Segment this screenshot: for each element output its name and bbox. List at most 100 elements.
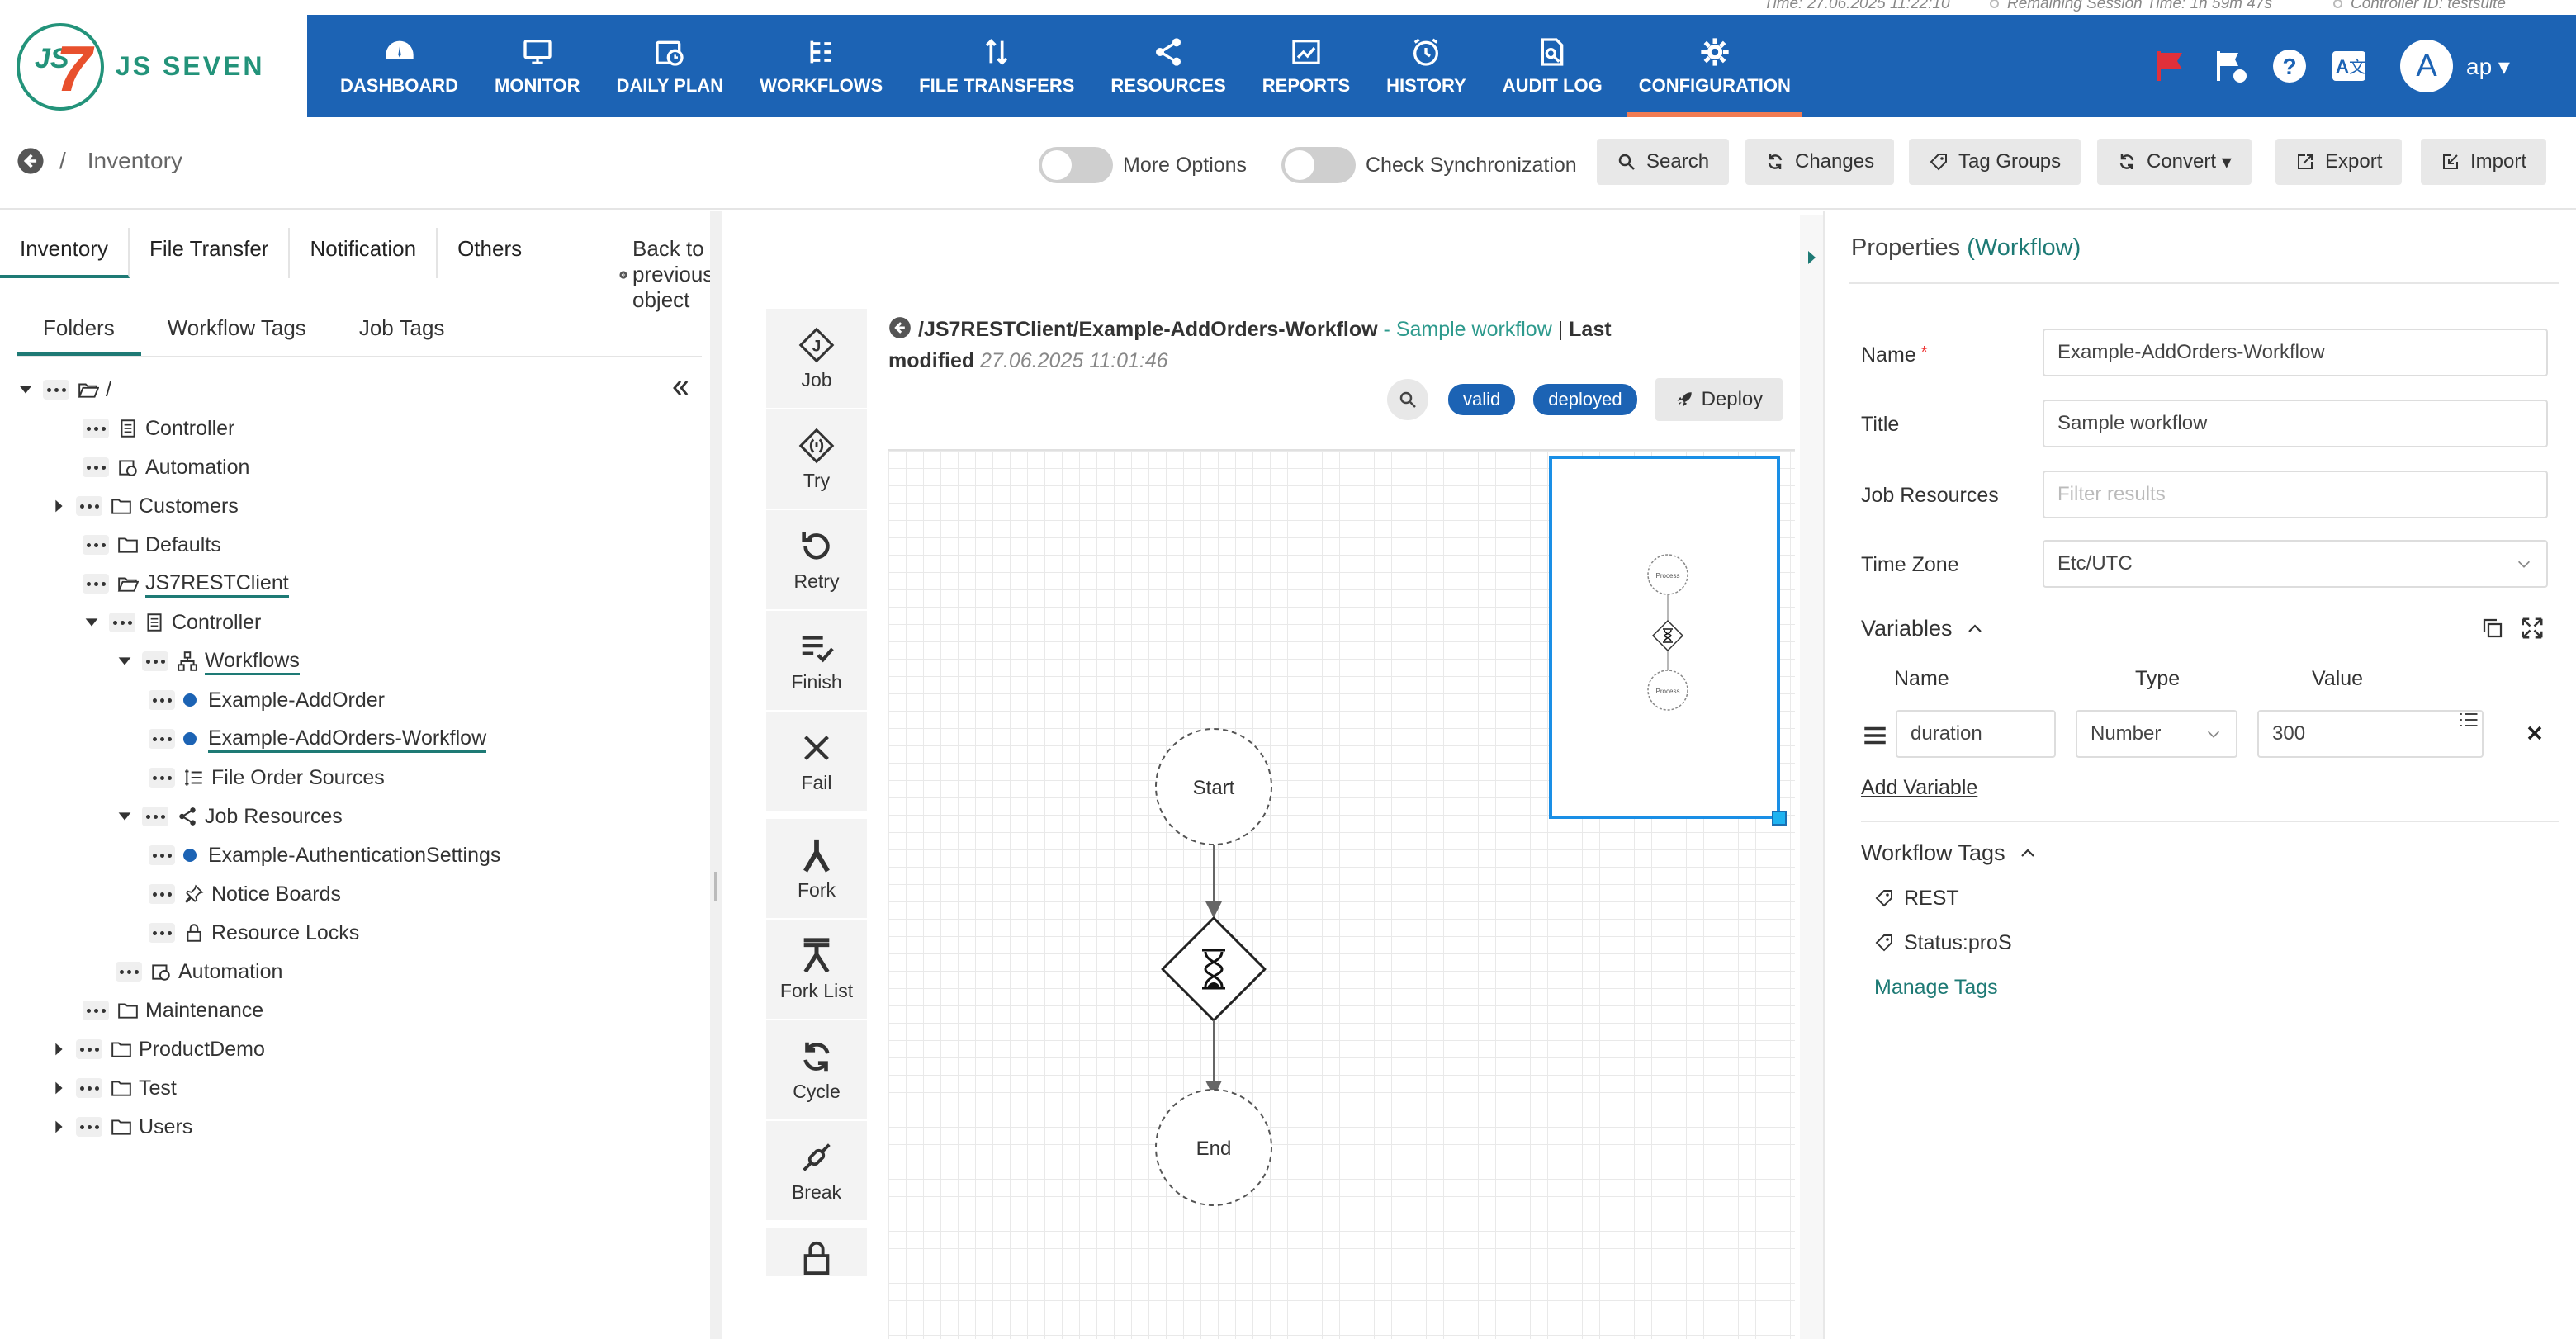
more-menu-icon[interactable] [149,768,175,788]
workflow-minimap[interactable]: Process Process [1549,456,1787,826]
tree-node[interactable]: Automation [83,451,249,484]
back-arrow-icon[interactable] [17,147,45,175]
variable-value-input[interactable]: 300 [2257,710,2484,758]
more-menu-icon[interactable] [76,1078,102,1098]
palette-finish[interactable]: Finish [766,611,867,712]
zoom-button[interactable] [1387,379,1428,420]
tab-file-transfer[interactable]: File Transfer [130,228,291,278]
flag-icon[interactable] [2151,46,2190,86]
variable-name-input[interactable]: duration [1896,710,2056,758]
more-menu-icon[interactable] [149,729,175,749]
manage-tags-link[interactable]: Manage Tags [1874,976,1998,1000]
tree-node[interactable]: Example-AuthenticationSettings [149,839,500,872]
copy-icon[interactable] [2480,616,2505,641]
more-menu-icon[interactable] [43,380,69,400]
palette-break[interactable]: Break [766,1121,867,1222]
notification-flag-icon[interactable] [2210,46,2250,86]
nav-audit-log[interactable]: AUDIT LOG [1485,15,1621,117]
more-menu-icon[interactable] [149,884,175,904]
tab-inventory[interactable]: Inventory [0,228,130,278]
nav-configuration[interactable]: CONFIGURATION [1621,15,1809,117]
caret-right-icon[interactable] [50,497,68,515]
palette-fail[interactable]: Fail [766,712,867,812]
caret-right-icon[interactable] [50,1079,68,1097]
caret-down-icon[interactable] [116,807,134,826]
list-icon[interactable] [2457,708,2480,731]
caret-right-icon[interactable] [50,1118,68,1136]
back-circle-icon[interactable] [888,316,912,339]
nav-dashboard[interactable]: DASHBOARD [322,15,476,117]
palette-retry[interactable]: Retry [766,510,867,611]
avatar[interactable]: A [2400,40,2453,92]
check-sync-toggle[interactable]: Check Synchronization [1281,147,1577,183]
more-menu-icon[interactable] [149,845,175,865]
expand-icon[interactable] [2520,616,2545,641]
properties-collapse-bar[interactable] [1800,215,1823,1339]
more-menu-icon[interactable] [142,651,168,671]
palette-job[interactable]: J Job [766,309,867,409]
more-menu-icon[interactable] [83,574,109,594]
more-menu-icon[interactable] [76,496,102,516]
more-menu-icon[interactable] [83,1001,109,1020]
collapse-tree-icon[interactable] [669,376,692,400]
more-menu-icon[interactable] [109,613,135,632]
drag-handle-icon[interactable] [1861,722,1889,750]
more-menu-icon[interactable] [76,1039,102,1059]
more-menu-icon[interactable] [149,690,175,710]
tree-node[interactable]: JS7RESTClient [83,567,289,600]
job-resources-filter[interactable]: Filter results [2043,471,2548,518]
tab-notification[interactable]: Notification [290,228,438,278]
more-menu-icon[interactable] [116,962,142,982]
name-input[interactable]: Example-AddOrders-Workflow [2043,329,2548,376]
nav-monitor[interactable]: MONITOR [476,15,598,117]
caret-down-icon[interactable] [83,613,101,632]
add-variable-link[interactable]: Add Variable [1861,776,1977,800]
minimap-resize-handle[interactable] [1772,811,1787,826]
tree-node[interactable]: Example-AddOrder [149,684,385,717]
tree-node-selected[interactable]: Example-AddOrders-Workflow [149,722,487,755]
caret-down-icon[interactable] [116,652,134,670]
nav-history[interactable]: HISTORY [1368,15,1485,117]
tree-node[interactable]: Users [50,1110,192,1143]
tree-node[interactable]: Test [50,1072,177,1105]
logo[interactable]: JS 7 JS SEVEN [0,15,307,117]
palette-fork-list[interactable]: Fork List [766,920,867,1020]
time-zone-select[interactable]: Etc/UTC [2043,540,2548,588]
toggle-switch[interactable] [1039,147,1113,183]
export-button[interactable]: Export [2275,139,2403,185]
tree-node[interactable]: Defaults [83,528,221,561]
variable-type-select[interactable]: Number [2076,710,2237,758]
title-input[interactable]: Sample workflow [2043,400,2548,447]
palette-cycle[interactable]: Cycle [766,1020,867,1121]
palette-try[interactable]: Try [766,409,867,510]
tab-folders[interactable]: Folders [17,309,141,356]
palette-lock[interactable] [766,1228,867,1278]
caret-right-icon[interactable] [50,1040,68,1058]
tree-node[interactable]: Workflows [116,645,300,678]
more-menu-icon[interactable] [83,457,109,477]
tree-node[interactable]: / [17,373,111,406]
remove-variable-icon[interactable] [2523,722,2546,745]
convert-button[interactable]: Convert ▾ [2097,139,2252,185]
more-options-toggle[interactable]: More Options [1039,147,1247,183]
tree-node[interactable]: Controller [83,606,261,639]
translate-icon[interactable]: A文 [2329,46,2369,86]
import-button[interactable]: Import [2421,139,2547,185]
tree-node[interactable]: Automation [116,955,282,988]
tree-node[interactable]: Job Resources [116,800,343,833]
tab-others[interactable]: Others [438,228,542,278]
more-menu-icon[interactable] [76,1117,102,1137]
search-button[interactable]: Search [1597,139,1730,185]
help-icon[interactable]: ? [2270,46,2309,86]
panel-splitter[interactable] [710,211,722,1339]
user-menu[interactable]: ap ▾ [2466,53,2510,80]
chevron-up-icon[interactable] [1965,619,1985,639]
tree-node[interactable]: Customers [50,490,239,523]
tree-node[interactable]: ProductDemo [50,1033,265,1066]
palette-fork[interactable]: Fork [766,819,867,920]
tree-node[interactable]: Notice Boards [149,878,341,911]
nav-reports[interactable]: REPORTS [1244,15,1368,117]
nav-workflows[interactable]: WORKFLOWS [741,15,901,117]
more-menu-icon[interactable] [142,807,168,826]
tab-job-tags[interactable]: Job Tags [333,309,471,356]
